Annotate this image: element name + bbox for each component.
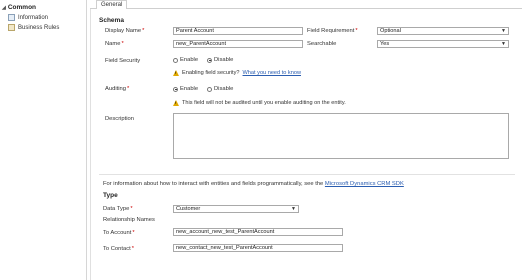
collapse-triangle-icon[interactable]: ◢: [2, 5, 6, 11]
warning-icon: [173, 70, 179, 76]
description-label: Description: [105, 116, 134, 122]
sidebar-section-common[interactable]: ◢ Common: [2, 4, 36, 11]
field-security-disable-radio[interactable]: Disable: [207, 57, 233, 63]
field-security-notice: Enabling field security? What you need t…: [173, 70, 301, 76]
field-requirement-select[interactable]: Optional ▼: [377, 27, 509, 35]
what-you-need-to-know-link[interactable]: What you need to know: [243, 70, 301, 76]
radio-selected-icon: [207, 57, 212, 63]
dropdown-arrow-icon: ▼: [291, 206, 296, 212]
to-account-label: To Account*: [103, 230, 135, 236]
to-account-input[interactable]: new_account_new_test_ParentAccount: [173, 228, 343, 236]
data-type-label: Data Type*: [103, 206, 133, 212]
sidebar: ◢ Common Information Business Rules: [0, 0, 87, 280]
searchable-label: Searchable: [307, 41, 337, 47]
radio-icon: [173, 57, 178, 63]
sidebar-section-title: Common: [7, 4, 37, 11]
radio-selected-icon: [173, 86, 178, 92]
business-rules-icon: [8, 24, 15, 31]
information-icon: [8, 14, 15, 21]
divider: [99, 174, 515, 175]
crm-sdk-link[interactable]: Microsoft Dynamics CRM SDK: [325, 181, 404, 187]
searchable-select[interactable]: Yes ▼: [377, 40, 509, 48]
sidebar-item-information[interactable]: Information: [8, 13, 48, 22]
to-contact-label: To Contact*: [103, 246, 134, 252]
tab-general[interactable]: General: [96, 0, 128, 9]
type-heading: Type: [103, 192, 118, 199]
relationship-names-label: Relationship Names: [103, 217, 155, 223]
warning-icon: [173, 100, 179, 106]
field-requirement-label: Field Requirement*: [307, 28, 358, 34]
dropdown-arrow-icon: ▼: [501, 41, 506, 47]
radio-icon: [207, 86, 212, 92]
auditing-enable-radio[interactable]: Enable: [173, 86, 198, 92]
auditing-label: Auditing*: [105, 86, 130, 92]
name-label: Name*: [105, 41, 124, 47]
sidebar-item-label: Business Rules: [18, 24, 60, 31]
name-input[interactable]: new_ParentAccount: [173, 40, 303, 48]
dropdown-arrow-icon: ▼: [501, 28, 506, 34]
sidebar-item-label: Information: [18, 14, 49, 21]
field-security-enable-radio[interactable]: Enable: [173, 57, 198, 63]
description-textarea[interactable]: [173, 113, 509, 159]
sdk-info-text: For information about how to interact wi…: [103, 181, 404, 187]
display-name-input[interactable]: Parent Account: [173, 27, 303, 35]
form-content: Schema Display Name* Parent Account Fiel…: [90, 9, 522, 280]
display-name-label: Display Name*: [105, 28, 145, 34]
auditing-disable-radio[interactable]: Disable: [207, 86, 233, 92]
auditing-notice: This field will not be audited until you…: [173, 100, 346, 106]
schema-heading: Schema: [99, 17, 124, 24]
sidebar-item-business-rules[interactable]: Business Rules: [8, 23, 59, 32]
field-security-label: Field Security: [105, 58, 141, 64]
data-type-select[interactable]: Customer ▼: [173, 205, 299, 213]
to-contact-input[interactable]: new_contact_new_test_ParentAccount: [173, 244, 343, 252]
tab-strip: General: [90, 0, 522, 9]
